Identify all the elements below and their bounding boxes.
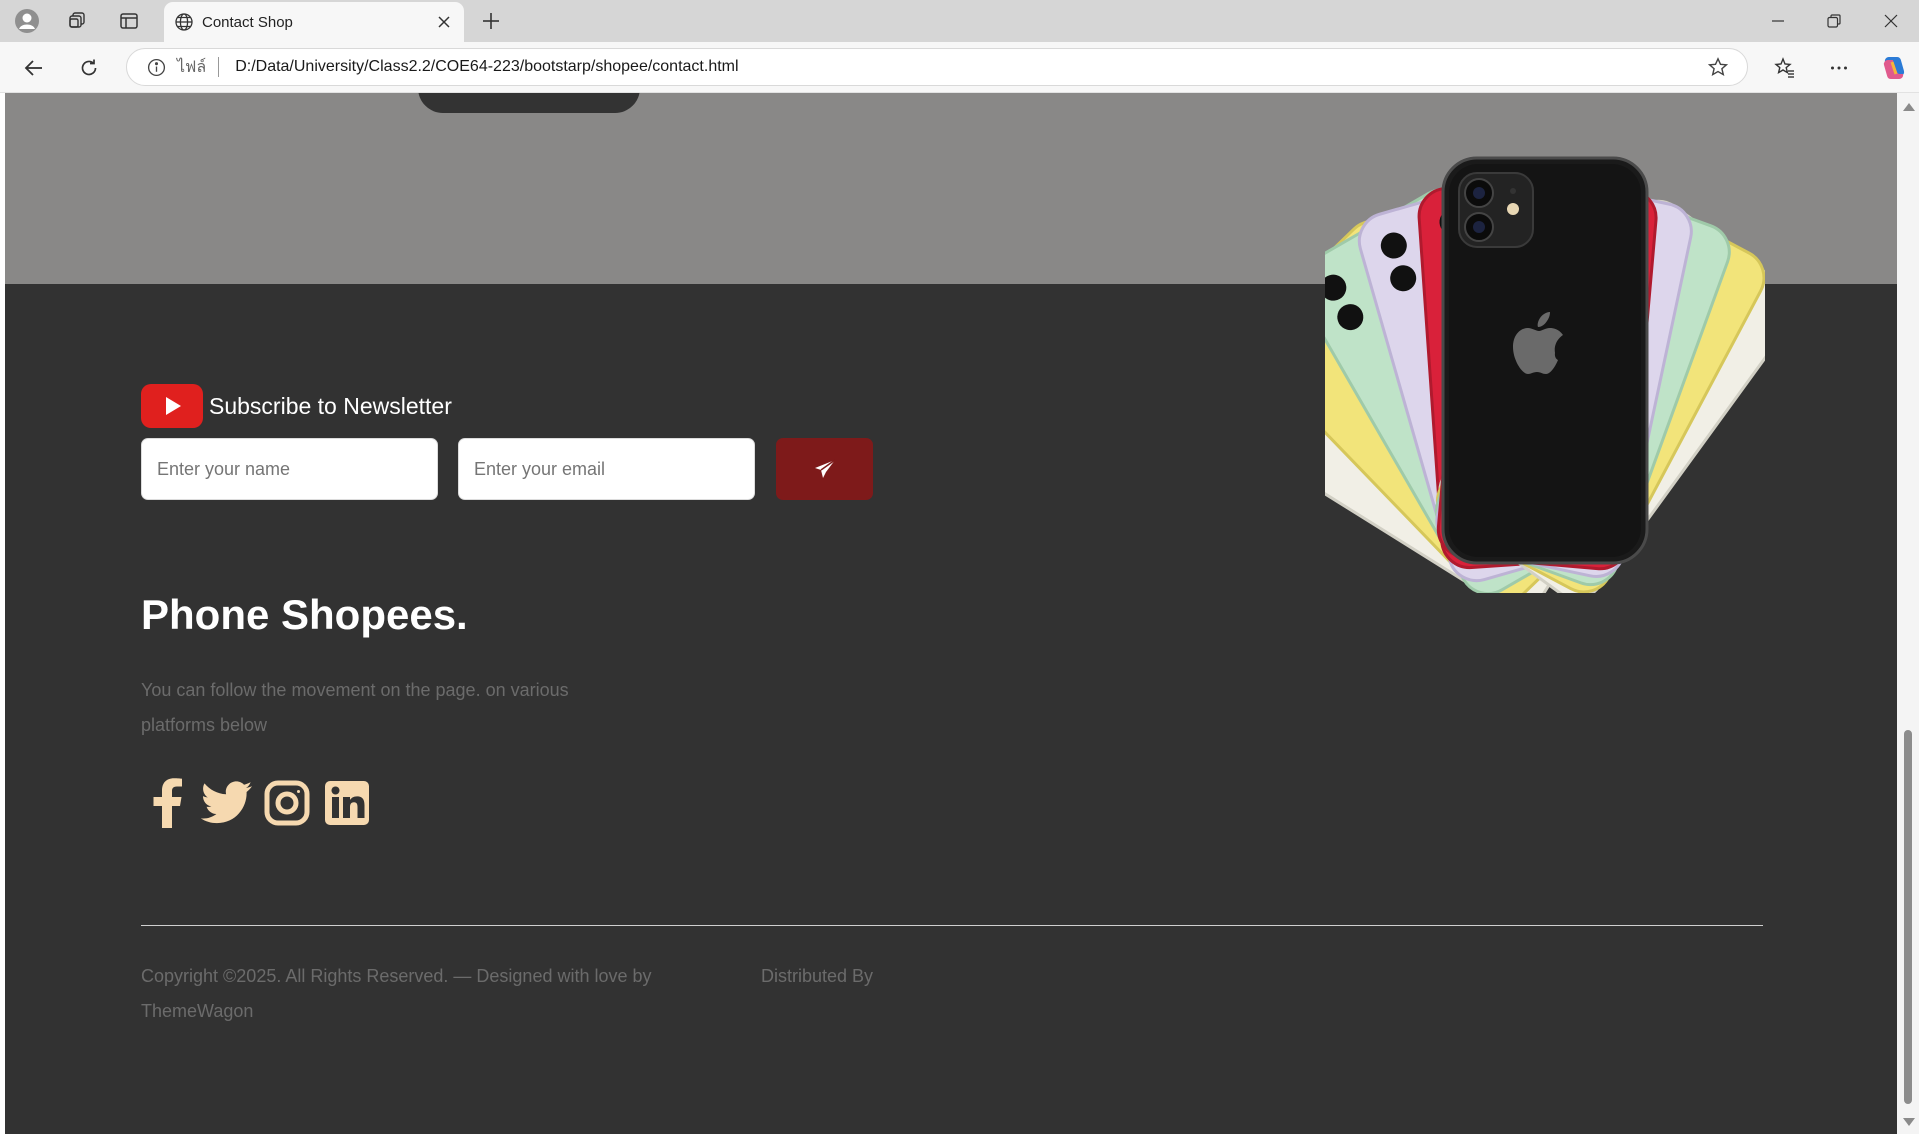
tab-title: Contact Shop: [202, 13, 293, 31]
footer-divider: [141, 925, 1763, 926]
more-icon[interactable]: [1821, 51, 1857, 85]
page-viewport: Subscribe to Newsletter Phone Shopees. Y…: [5, 93, 1897, 1134]
newsletter-title: Subscribe to Newsletter: [209, 392, 452, 419]
vertical-scrollbar[interactable]: [1897, 93, 1919, 1134]
address-separator: [218, 57, 220, 77]
close-window-icon[interactable]: [1863, 4, 1919, 38]
copilot-icon[interactable]: [1876, 51, 1912, 85]
star-icon[interactable]: [1703, 52, 1733, 82]
address-bar: ไฟล์ D:/Data/University/Class2.2/COE64-2…: [0, 42, 1919, 93]
workspaces-icon[interactable]: [60, 5, 94, 37]
twitter-icon[interactable]: [201, 777, 253, 829]
tab-actions-icon[interactable]: [112, 5, 146, 37]
back-icon[interactable]: [16, 51, 52, 85]
instagram-icon[interactable]: [261, 777, 313, 829]
brand-description: You can follow the movement on the page.…: [141, 680, 569, 735]
email-input[interactable]: [458, 438, 755, 500]
copyright-text: Copyright ©2025. All Rights Reserved. — …: [141, 966, 652, 1021]
tab-bar: Contact Shop: [0, 0, 1919, 42]
favorites-icon[interactable]: [1767, 51, 1803, 85]
newsletter-heading: Subscribe to Newsletter: [141, 384, 452, 428]
scroll-up-icon[interactable]: [1903, 103, 1915, 111]
name-input[interactable]: [141, 438, 438, 500]
cta-button[interactable]: [418, 93, 640, 113]
active-tab[interactable]: Contact Shop: [164, 2, 464, 42]
phone-fan-image: [1213, 153, 1797, 611]
brand-name: Phone Shopees.: [141, 591, 468, 638]
refresh-icon[interactable]: [71, 51, 107, 85]
new-tab-icon[interactable]: [474, 5, 508, 37]
address-prefix: ไฟล์: [177, 58, 207, 76]
paper-plane-icon: [814, 459, 836, 479]
globe-icon: [174, 12, 194, 32]
distributed-by-text: Distributed By: [761, 966, 874, 986]
youtube-icon: [141, 384, 203, 428]
facebook-icon[interactable]: [141, 777, 193, 829]
scroll-down-icon[interactable]: [1903, 1118, 1915, 1126]
restore-icon[interactable]: [1806, 4, 1862, 38]
url-field[interactable]: ไฟล์ D:/Data/University/Class2.2/COE64-2…: [126, 48, 1748, 86]
profile-icon[interactable]: [10, 5, 44, 37]
minimize-icon[interactable]: [1750, 4, 1806, 38]
url-text: D:/Data/University/Class2.2/COE64-223/bo…: [235, 58, 739, 75]
scrollbar-thumb[interactable]: [1904, 730, 1912, 1104]
close-icon[interactable]: [430, 8, 458, 36]
info-icon[interactable]: [145, 56, 167, 78]
linkedin-icon[interactable]: [321, 777, 373, 829]
subscribe-button[interactable]: [776, 438, 873, 500]
